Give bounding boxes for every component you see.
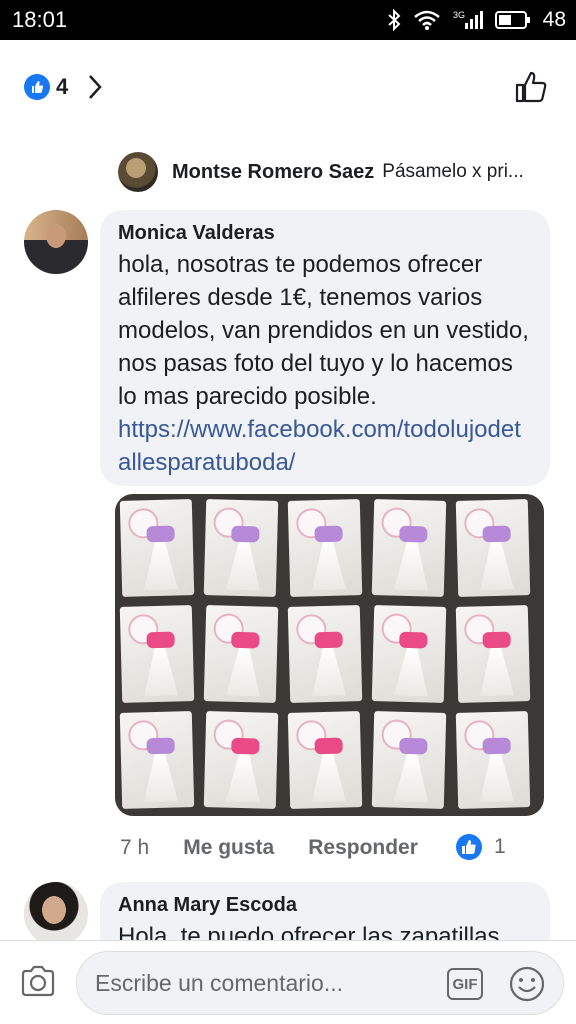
comments-sheet: 4 Montse Romero Saez Pásamelo x pri... M… (0, 40, 576, 1024)
pin-card (203, 711, 279, 809)
network-type: 3G (453, 10, 465, 20)
pin-card (371, 711, 447, 809)
comment-placeholder: Escribe un comentario... (95, 970, 344, 996)
comment-time: 7 h (120, 836, 150, 859)
pin-card (371, 605, 447, 703)
avatar[interactable] (118, 152, 158, 192)
reply-preview[interactable]: Montse Romero Saez Pásamelo x pri... (118, 152, 524, 192)
reply-author[interactable]: Montse Romero Saez (172, 161, 374, 184)
thumbs-up-icon[interactable] (514, 70, 548, 104)
pin-card (119, 605, 195, 703)
comment-link[interactable]: https://www.facebook.com/todolujodetalle… (118, 413, 532, 479)
reactions-header: 4 (0, 40, 576, 130)
comment-photo[interactable] (115, 494, 544, 816)
chevron-right-icon[interactable] (86, 72, 104, 102)
avatar[interactable] (24, 882, 88, 946)
pin-card (287, 711, 363, 809)
status-icons: 3G 48 (387, 6, 566, 34)
reply-snippet: Pásamelo x pri... (382, 161, 524, 182)
battery-icon (494, 11, 530, 29)
pin-card (455, 711, 531, 809)
status-bar: 18:01 3G 48 (0, 0, 576, 40)
status-time: 18:01 (12, 7, 68, 32)
smiley-icon[interactable] (509, 966, 545, 1002)
like-button[interactable]: Me gusta (183, 836, 274, 860)
signal-icon: 3G (453, 10, 483, 29)
comment-author[interactable]: Anna Mary Escoda (118, 892, 532, 918)
pin-card (203, 605, 279, 703)
reaction-summary[interactable]: 1 (456, 834, 506, 860)
pin-card (119, 499, 195, 597)
comment-actions: 7 h Me gusta Responder 1 (120, 834, 506, 862)
comment-text: hola, nosotras te podemos ofrecer alfile… (118, 251, 529, 410)
wifi-icon (413, 10, 440, 30)
camera-icon[interactable] (20, 965, 56, 997)
like-badge-icon[interactable] (24, 74, 50, 100)
avatar[interactable] (24, 210, 88, 274)
gif-icon[interactable]: GIF (447, 968, 483, 1000)
comment-composer: Escribe un comentario... GIF (0, 940, 576, 1024)
pin-card (287, 605, 363, 703)
battery-level: 48 (542, 8, 566, 31)
reaction-count: 1 (494, 835, 506, 858)
pin-card (287, 499, 363, 597)
comment-bubble: Monica Valderas hola, nosotras te podemo… (100, 210, 550, 486)
like-reaction-icon (456, 834, 482, 860)
pin-card (455, 605, 531, 703)
pin-card (371, 499, 447, 597)
comment-input[interactable]: Escribe un comentario... GIF (76, 951, 564, 1015)
pin-card (455, 499, 531, 597)
reply-button[interactable]: Responder (308, 836, 418, 860)
bluetooth-icon (387, 9, 401, 31)
comment-author[interactable]: Monica Valderas (118, 220, 532, 246)
pin-card (119, 711, 195, 809)
pin-card (203, 499, 279, 597)
like-count[interactable]: 4 (56, 74, 68, 100)
